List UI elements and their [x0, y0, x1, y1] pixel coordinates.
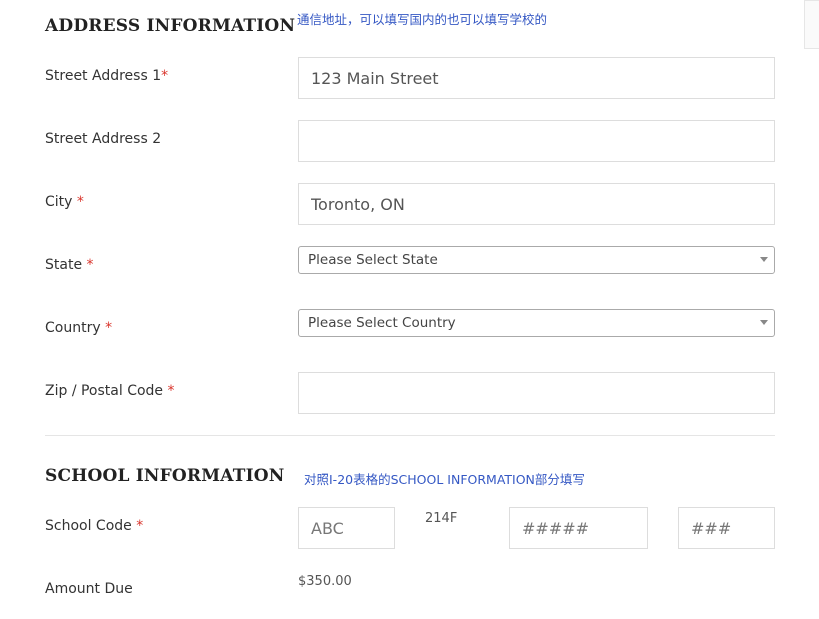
label-text: City	[45, 194, 77, 210]
label-text: School Code	[45, 518, 137, 534]
school-hint: 对照I-20表格的SCHOOL INFORMATION部分填写	[304, 472, 585, 487]
address-hint: 通信地址，可以填写国内的也可以填写学校的	[297, 12, 548, 27]
required-asterisk: *	[167, 383, 175, 399]
zip-input[interactable]	[298, 372, 775, 414]
school-code-label: School Code *	[45, 518, 143, 534]
required-asterisk: *	[105, 320, 113, 336]
label-text: State	[45, 257, 87, 273]
required-asterisk: *	[86, 257, 94, 273]
street-address-2-input[interactable]	[298, 120, 775, 162]
school-code-prefix-input[interactable]	[298, 507, 395, 549]
state-label: State *	[45, 257, 94, 273]
page-edge-panel	[804, 0, 819, 49]
school-code-suffix-input[interactable]	[678, 507, 775, 549]
city-input[interactable]	[298, 183, 775, 225]
amount-due-label: Amount Due	[45, 581, 133, 597]
amount-due-value: $350.00	[298, 574, 352, 589]
chevron-down-icon	[760, 257, 768, 262]
label-text: Country	[45, 320, 106, 336]
street-address-1-input[interactable]	[298, 57, 775, 99]
city-label: City *	[45, 194, 84, 210]
country-select[interactable]: Please Select Country	[298, 309, 775, 337]
school-code-middle-input[interactable]	[509, 507, 648, 549]
zip-label: Zip / Postal Code *	[45, 383, 175, 399]
address-section-title: ADDRESS INFORMATION	[45, 16, 296, 36]
school-code-fixed-text: 214F	[425, 511, 458, 526]
state-selected-value: Please Select State	[308, 252, 438, 268]
chevron-down-icon	[760, 320, 768, 325]
school-section-title: SCHOOL INFORMATION	[45, 466, 285, 486]
required-asterisk: *	[76, 194, 84, 210]
street-address-1-label: Street Address 1*	[45, 68, 168, 84]
required-asterisk: *	[136, 518, 144, 534]
label-text: Street Address 2	[45, 131, 162, 147]
required-asterisk: *	[161, 68, 169, 84]
street-address-2-label: Street Address 2	[45, 131, 161, 147]
country-label: Country *	[45, 320, 112, 336]
label-text: Street Address 1	[45, 68, 162, 84]
country-selected-value: Please Select Country	[308, 315, 456, 331]
state-select[interactable]: Please Select State	[298, 246, 775, 274]
section-divider	[45, 435, 775, 436]
label-text: Zip / Postal Code	[45, 383, 168, 399]
